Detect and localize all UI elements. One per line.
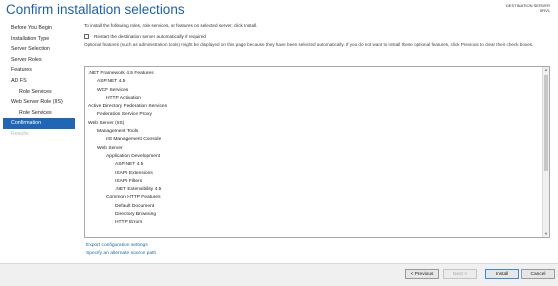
- scroll-down-arrow-icon[interactable]: ▼: [543, 231, 549, 237]
- step-features[interactable]: Features: [3, 65, 75, 76]
- feature-item: ASP.NET 4.5: [97, 79, 126, 85]
- feature-item: .NET Framework 4.5 Features: [88, 71, 154, 76]
- feature-item: Web Server (IIS): [88, 120, 125, 126]
- config-links: Export configuration settings Specify an…: [86, 242, 156, 257]
- step-server-selection[interactable]: Server Selection: [3, 44, 75, 55]
- feature-list-scrollbar[interactable]: ▲ ▼: [542, 67, 549, 237]
- cancel-button[interactable]: Cancel: [521, 269, 555, 279]
- confirmation-content: To install the following roles, role ser…: [84, 22, 552, 48]
- feature-item: WCF Services: [97, 87, 129, 93]
- step-confirmation[interactable]: Confirmation: [3, 118, 75, 129]
- wizard-steps-sidebar: Before You Begin Installation Type Serve…: [3, 23, 75, 140]
- page-title: Confirm installation selections: [6, 2, 185, 17]
- export-configuration-link[interactable]: Export configuration settings: [86, 242, 156, 250]
- alternate-source-path-link[interactable]: Specify an alternate source path: [86, 250, 156, 258]
- restart-label[interactable]: Restart the destination server automatic…: [94, 34, 206, 39]
- step-installation-type[interactable]: Installation Type: [3, 34, 75, 45]
- feature-item: HTTP Activation: [106, 95, 141, 101]
- feature-items: .NET Framework 4.5 Features ASP.NET 4.5 …: [88, 70, 538, 228]
- feature-item: .NET Extensibility 4.5: [115, 187, 162, 193]
- intro-text: To install the following roles, role ser…: [84, 23, 258, 28]
- feature-item: IIS Management Console: [106, 137, 162, 143]
- wizard-footer: < Previous Next > Install Cancel: [0, 263, 558, 286]
- previous-button[interactable]: < Previous: [405, 269, 439, 279]
- step-server-roles[interactable]: Server Roles: [3, 55, 75, 66]
- step-web-server-role[interactable]: Web Server Role (IIS): [3, 97, 75, 108]
- feature-item: HTTP Errors: [115, 220, 143, 226]
- optional-features-note: Optional features (such as administratio…: [84, 42, 534, 47]
- selected-features-list[interactable]: .NET Framework 4.5 Features ASP.NET 4.5 …: [84, 66, 550, 238]
- step-ad-fs-role-services[interactable]: Role Services: [3, 87, 75, 98]
- install-button[interactable]: Install: [485, 269, 519, 279]
- destination-server-info: DESTINATION SERVER SRV1: [506, 3, 550, 13]
- next-button: Next >: [443, 269, 477, 279]
- destination-server-name: SRV1: [539, 8, 550, 13]
- step-results: Results: [11, 130, 29, 137]
- feature-item: Default Document: [115, 203, 155, 209]
- step-iis-role-services[interactable]: Role Services: [3, 108, 75, 119]
- feature-item: Web Server: [97, 145, 123, 151]
- feature-item: Federation Service Proxy: [97, 112, 152, 118]
- restart-checkbox[interactable]: [84, 34, 89, 39]
- step-ad-fs[interactable]: AD FS: [3, 76, 75, 87]
- step-before-you-begin[interactable]: Before You Begin: [3, 23, 75, 34]
- feature-item: Management Tools: [97, 129, 139, 135]
- scroll-thumb[interactable]: [544, 75, 548, 171]
- feature-item: Directory Browsing: [115, 212, 157, 218]
- restart-option: Restart the destination server automatic…: [84, 32, 552, 41]
- scroll-up-arrow-icon[interactable]: ▲: [543, 67, 549, 73]
- feature-item: ASP.NET 4.5: [115, 162, 144, 168]
- feature-item: Active Directory Federation Services: [88, 104, 168, 110]
- feature-item: Application Development: [106, 153, 161, 159]
- feature-item: ISAPI Extensions: [115, 170, 153, 176]
- feature-item: ISAPI Filters: [115, 178, 143, 184]
- feature-item: Common HTTP Features: [106, 195, 161, 201]
